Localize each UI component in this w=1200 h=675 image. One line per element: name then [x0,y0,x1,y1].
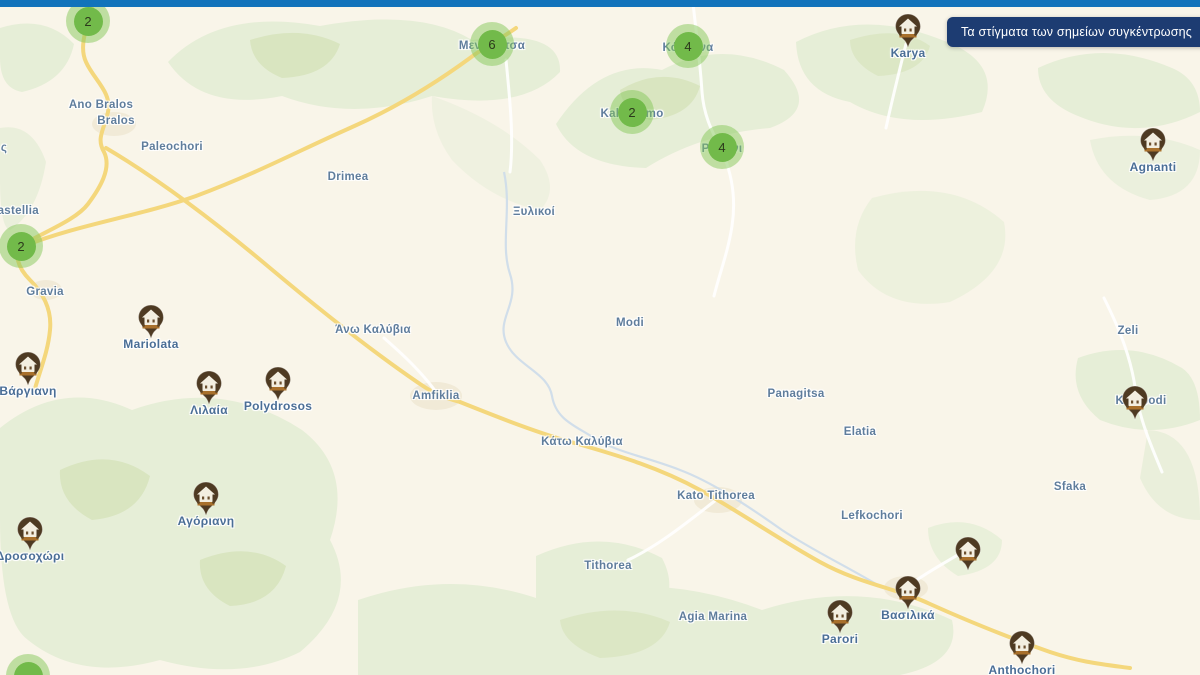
cluster-marker[interactable]: 2 [0,224,43,268]
cluster-marker[interactable]: 2 [610,90,654,134]
cluster-count: 2 [6,231,36,261]
cluster-marker[interactable]: 4 [666,24,710,68]
house-pin-icon [826,599,854,636]
location-pin-δροσοχώρι[interactable] [16,516,44,553]
house-pin-icon [14,351,42,388]
cluster-marker[interactable]: 6 [470,22,514,66]
location-pin-αγόριανη[interactable] [192,481,220,518]
location-pin[interactable] [954,536,982,573]
tooltip-text: Τα στίγματα των σημείων συγκέντρωσης [960,25,1192,39]
cluster-count: 6 [477,29,507,59]
location-pin-anthochori[interactable] [1008,630,1036,667]
top-bar [0,0,1200,7]
pin-label-text: Βάργιανη [0,384,57,398]
house-pin-icon [894,575,922,612]
pin-label-text: Βασιλικά [881,608,935,622]
cluster-count [13,661,43,675]
pin-label-text: Αγόριανη [177,514,235,528]
location-pin-parori[interactable] [826,599,854,636]
cluster-count: 2 [617,97,647,127]
pin-label-text: Δροσοχώρι [0,549,65,563]
pin-label-text: Polydrosos [243,399,313,413]
cluster-count: 4 [707,132,737,162]
pin-label-text: Λιλαία [190,403,228,417]
cluster-marker[interactable] [6,654,50,675]
house-pin-icon [1008,630,1036,667]
cluster-count: 4 [673,31,703,61]
house-pin-icon [137,304,165,341]
pin-label-text: Mariolata [123,337,179,351]
map-viewport[interactable]: Ano BralosBralosPaleochoriςKastelliaGrav… [0,0,1200,675]
map-tooltip: Τα στίγματα των σημείων συγκέντρωσης [946,17,1200,47]
pin-label-text: Agnanti [1129,160,1177,174]
house-pin-icon [192,481,220,518]
house-pin-icon [894,13,922,50]
house-pin-icon [954,536,982,573]
location-pin-agnanti[interactable] [1139,127,1167,164]
house-pin-icon [16,516,44,553]
location-pin-polydrosos[interactable] [264,366,292,403]
pin-label-text: Parori [821,632,859,646]
location-pin-karya[interactable] [894,13,922,50]
map-markers-layer: Karya Agnanti Mariolata Βάργιανη Λιλαία … [0,0,1200,675]
house-pin-icon [1121,385,1149,422]
cluster-count: 2 [73,6,103,36]
house-pin-icon [1139,127,1167,164]
pin-label-text: Karya [890,46,926,60]
location-pin-λιλαία[interactable] [195,370,223,407]
location-pin-βασιλικά[interactable] [894,575,922,612]
cluster-marker[interactable]: 4 [700,125,744,169]
location-pin-kalapodi[interactable] [1121,385,1149,422]
location-pin-βάργιανη[interactable] [14,351,42,388]
pin-label-text: Anthochori [988,663,1056,675]
location-pin-mariolata[interactable] [137,304,165,341]
house-pin-icon [195,370,223,407]
house-pin-icon [264,366,292,403]
